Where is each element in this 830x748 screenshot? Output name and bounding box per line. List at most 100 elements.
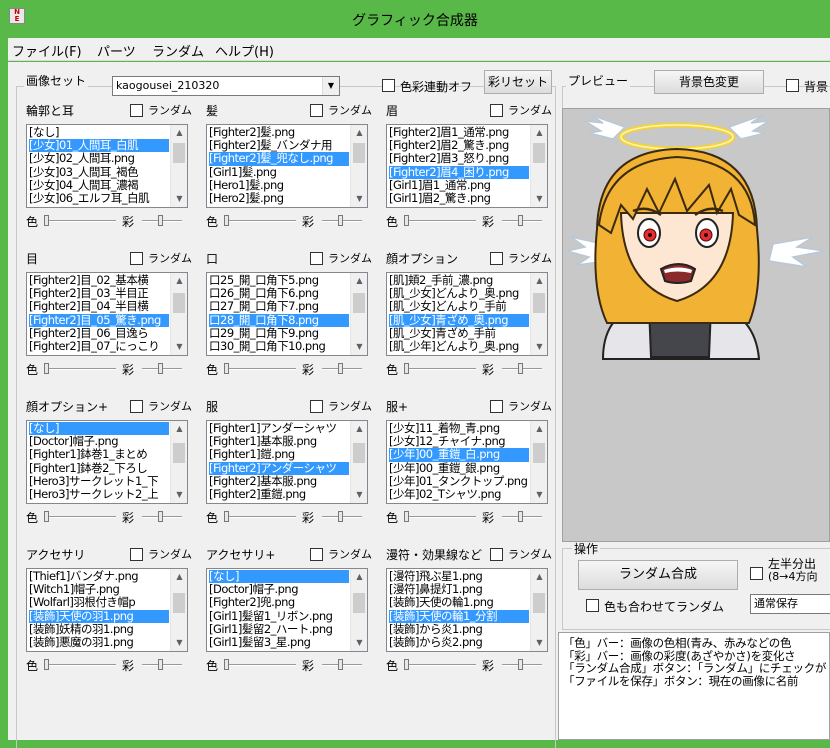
list-item[interactable]: [肌_少年]どんより_奥.png <box>389 340 529 353</box>
chevron-down-icon[interactable]: ▼ <box>171 487 187 503</box>
part-3-listbox[interactable]: [Fighter2]目_02_基本横 [Fighter2]目_03_半目正 [Fig… <box>26 272 188 356</box>
list-item[interactable]: [装飾]妖精の羽1.png <box>29 623 169 636</box>
hue-slider[interactable] <box>44 220 116 222</box>
list-item[interactable]: [肌_少女]どんより_手前 <box>389 300 529 313</box>
menu-file[interactable]: ファイル(F) <box>12 41 82 60</box>
list-item[interactable]: [Fighter2]眉3_怒り.png <box>389 152 529 165</box>
hue-slider-knob[interactable] <box>44 659 49 670</box>
chevron-up-icon[interactable]: ▲ <box>351 421 367 437</box>
list-item[interactable]: [Girl1]髪.png <box>209 166 349 179</box>
list-item[interactable]: [Hero3]サークレット2_上 <box>29 488 169 501</box>
list-item[interactable]: 口27_開_口角下7.png <box>209 300 349 313</box>
part-11-scrollbar[interactable]: ▲ ▼ <box>530 569 547 651</box>
list-item[interactable]: [Doctor]帽子.png <box>29 435 169 448</box>
menu-parts[interactable]: パーツ <box>97 41 136 60</box>
part-3-random-checkbox[interactable] <box>130 252 143 265</box>
list-item[interactable]: [なし] <box>29 422 169 436</box>
part-0-listbox[interactable]: [なし] [少女]01_人間耳_白肌 [少女]02_人間耳.png [少女]03_人間… <box>26 124 188 208</box>
scrollbar-thumb[interactable] <box>533 593 545 613</box>
chevron-down-icon[interactable]: ▼ <box>351 487 367 503</box>
part-2-scrollbar[interactable]: ▲ ▼ <box>530 125 547 207</box>
chevron-down-icon[interactable]: ▼ <box>322 77 339 95</box>
part-11-random-checkbox[interactable] <box>490 548 503 561</box>
list-item[interactable]: [Fighter2]目_07_にっこり <box>29 340 169 353</box>
part-2-listbox[interactable]: [Fighter2]眉1_通常.png [Fighter2]眉2_驚き.png [F… <box>386 124 548 208</box>
list-item[interactable]: [肌_少女]青ざめ_奥.png <box>389 313 529 327</box>
hue-slider[interactable] <box>404 368 476 370</box>
saturation-slider-knob[interactable] <box>158 215 163 226</box>
hue-slider[interactable] <box>224 368 296 370</box>
part-4-random-checkbox[interactable] <box>310 252 323 265</box>
hue-slider[interactable] <box>404 220 476 222</box>
saturation-slider-knob[interactable] <box>518 659 523 670</box>
chevron-down-icon[interactable]: ▼ <box>171 191 187 207</box>
list-item[interactable]: [少年]01_タンクトップ.png <box>389 475 529 488</box>
list-item[interactable]: [Hero1]髪.png <box>209 179 349 192</box>
list-item[interactable]: [Girl1]髪留2_ハート.png <box>209 623 349 636</box>
list-item[interactable]: [装飾]から炎2.png <box>389 636 529 649</box>
hue-slider-knob[interactable] <box>404 215 409 226</box>
scrollbar-thumb[interactable] <box>353 143 365 163</box>
list-item[interactable]: [なし] <box>29 126 169 139</box>
list-item[interactable]: [Wolfarl]羽根付き帽p <box>29 596 169 609</box>
list-item[interactable]: [少年]02_Tシャツ.png <box>389 488 529 501</box>
list-item[interactable]: 口29_開_口角下9.png <box>209 327 349 340</box>
list-item[interactable]: [Fighter2]眉4_困り.png <box>389 165 529 179</box>
part-9-listbox[interactable]: [Thief1]バンダナ.png [Witch1]帽子.png [Wolfarl]羽… <box>26 568 188 652</box>
part-1-listbox[interactable]: [Fighter2]髪.png [Fighter2]髪_バンダナ用 [Fighter… <box>206 124 368 208</box>
part-5-random-checkbox[interactable] <box>490 252 503 265</box>
menu-help[interactable]: ヘルプ(H) <box>215 41 274 60</box>
hue-slider-knob[interactable] <box>404 363 409 374</box>
list-item[interactable]: 口26_開_口角下6.png <box>209 287 349 300</box>
list-item[interactable]: [Fighter1]鎧.png <box>209 448 349 461</box>
list-item[interactable]: [Hero3]サークレット1_下 <box>29 475 169 488</box>
list-item[interactable]: [Fighter2]目_03_半目正 <box>29 287 169 300</box>
list-item[interactable]: 口30_開_口角下10.png <box>209 340 349 353</box>
menu-random[interactable]: ランダム <box>152 41 204 60</box>
list-item[interactable]: [Fighter1]鉢巻2_下ろし <box>29 462 169 475</box>
part-10-random-checkbox[interactable] <box>310 548 323 561</box>
list-item[interactable]: [少女]02_人間耳.png <box>29 152 169 165</box>
chevron-down-icon[interactable]: ▼ <box>531 339 547 355</box>
chevron-down-icon[interactable]: ▼ <box>351 191 367 207</box>
scrollbar-thumb[interactable] <box>533 143 545 163</box>
list-item[interactable]: [少年]00_重鎧_白.png <box>389 448 529 462</box>
part-1-scrollbar[interactable]: ▲ ▼ <box>350 125 367 207</box>
list-item[interactable]: [なし] <box>209 570 349 584</box>
hue-slider[interactable] <box>404 516 476 518</box>
hue-slider-knob[interactable] <box>44 215 49 226</box>
list-item[interactable]: [少年]00_重鎧_銀.png <box>389 462 529 475</box>
part-6-scrollbar[interactable]: ▲ ▼ <box>170 421 187 503</box>
saturation-slider-knob[interactable] <box>158 363 163 374</box>
bgcolor-change-button[interactable]: 背景色変更 <box>654 70 764 94</box>
hue-slider[interactable] <box>224 516 296 518</box>
scrollbar-thumb[interactable] <box>533 443 545 463</box>
part-0-scrollbar[interactable]: ▲ ▼ <box>170 125 187 207</box>
chevron-down-icon[interactable]: ▼ <box>531 635 547 651</box>
scrollbar-thumb[interactable] <box>533 293 545 313</box>
chevron-down-icon[interactable]: ▼ <box>351 635 367 651</box>
list-item[interactable]: [肌_少女]青ざめ_手前 <box>389 327 529 340</box>
chevron-up-icon[interactable]: ▲ <box>351 125 367 141</box>
hue-slider-knob[interactable] <box>224 511 229 522</box>
list-item[interactable]: [Fighter2]兜.png <box>209 596 349 609</box>
hue-slider-knob[interactable] <box>404 659 409 670</box>
hue-slider[interactable] <box>44 368 116 370</box>
list-item[interactable]: [装飾]悪魔の羽1.png <box>29 636 169 649</box>
scrollbar-thumb[interactable] <box>353 443 365 463</box>
list-item[interactable]: [Girl1]眉1_通常.png <box>389 179 529 192</box>
list-item[interactable]: [Fighter1]鉢巻1_まとめ <box>29 448 169 461</box>
list-item[interactable]: [Girl1]眉2_驚き.png <box>389 192 529 205</box>
hue-slider[interactable] <box>224 220 296 222</box>
hue-slider-knob[interactable] <box>404 511 409 522</box>
list-item[interactable]: [Fighter2]髪.png <box>209 126 349 139</box>
part-3-scrollbar[interactable]: ▲ ▼ <box>170 273 187 355</box>
hue-slider-knob[interactable] <box>224 659 229 670</box>
save-mode-combo[interactable]: 通常保存 <box>750 594 830 614</box>
list-item[interactable]: [少女]11_着物_青.png <box>389 422 529 435</box>
chevron-down-icon[interactable]: ▼ <box>171 339 187 355</box>
color-link-checkbox[interactable] <box>382 79 395 92</box>
part-10-listbox[interactable]: [なし] [Doctor]帽子.png [Fighter2]兜.png [Girl1]… <box>206 568 368 652</box>
list-item[interactable]: [Fighter2]髪_兜なし.png <box>209 152 349 166</box>
scrollbar-thumb[interactable] <box>173 593 185 613</box>
